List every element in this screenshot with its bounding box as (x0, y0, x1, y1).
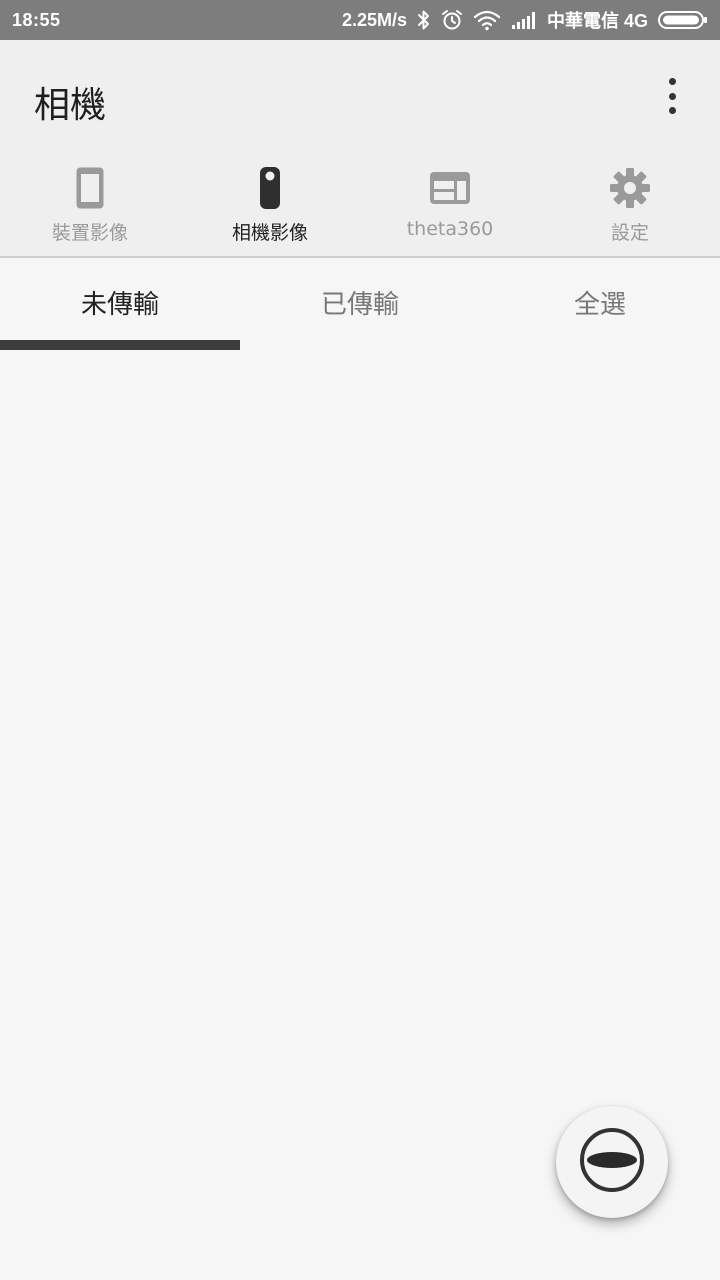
battery-icon (658, 10, 708, 30)
nav-tab-device-images[interactable]: 裝置影像 (0, 160, 180, 254)
tab-select-all[interactable]: 全選 (480, 258, 720, 350)
nav-tab-label: 設定 (610, 222, 649, 244)
tab-label: 全選 (573, 290, 626, 320)
bluetooth-icon (417, 9, 431, 31)
tab-transferred[interactable]: 已傳輸 (240, 258, 480, 350)
theta-icon (578, 1126, 646, 1198)
nav-tab-theta360[interactable]: theta360 (360, 160, 540, 254)
phone-icon (68, 166, 112, 210)
active-tab-indicator (0, 340, 240, 350)
status-bar: 18:55 2.25M/s 中華電信 4G (0, 0, 720, 40)
gear-icon (608, 166, 652, 210)
nav-tab-label: 相機影像 (231, 222, 308, 244)
carrier-name: 中華電信 4G (546, 11, 648, 31)
main-nav-tabs: 裝置影像 相機影像 theta360 設定 (0, 160, 720, 254)
nav-tab-label: 裝置影像 (51, 222, 128, 244)
tab-label: 已傳輸 (320, 290, 399, 320)
gallery-icon (428, 166, 472, 210)
transfer-tabs: 未傳輸 已傳輸 全選 (0, 258, 720, 350)
camera-icon (248, 166, 292, 210)
nav-tab-settings[interactable]: 設定 (540, 160, 720, 254)
app-bar: 相機 裝置影像 相機影像 theta360 設定 (0, 40, 720, 258)
status-icons: 2.25M/s 中華電信 4G (342, 8, 708, 32)
nav-tab-camera-images[interactable]: 相機影像 (180, 160, 360, 254)
more-vert-icon[interactable] (660, 78, 684, 114)
signal-icon (511, 10, 537, 30)
alarm-icon (441, 9, 463, 31)
tab-label: 未傳輸 (80, 290, 159, 320)
status-time: 18:55 (12, 10, 61, 30)
nav-tab-label: theta360 (406, 218, 494, 240)
network-speed: 2.25M/s (341, 9, 407, 30)
theta-connect-button[interactable] (556, 1106, 668, 1218)
wifi-icon (473, 9, 501, 31)
page-title: 相機 (34, 85, 107, 126)
tab-not-transferred[interactable]: 未傳輸 (0, 258, 240, 350)
